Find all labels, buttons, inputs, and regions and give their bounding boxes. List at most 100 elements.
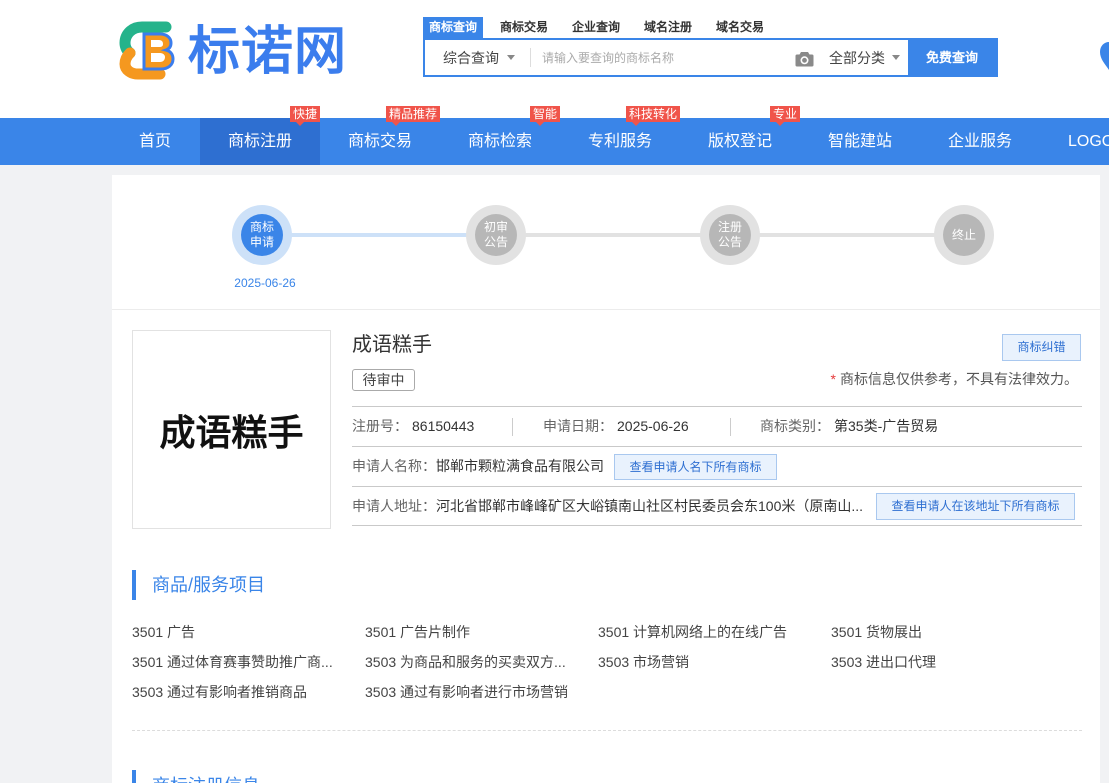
step-preliminary-notice: 初审 公告 [466,205,526,265]
category-select[interactable]: 全部分类 [829,40,908,75]
goods-services-list: 3501 广告 3501 广告片制作 3501 计算机网络上的在线广告 3501… [132,617,1064,707]
divider [112,309,1100,310]
nav-item-label: LOGO [1068,133,1109,150]
divider [352,486,1082,487]
search-bar: 综合查询 全部分类 免费查询 [423,38,998,77]
nav-item-home[interactable]: 首页 [110,118,200,165]
nav-item-trademark-search[interactable]: 商标检索 智能 [440,106,560,165]
nav-item-label: 智能建站 [827,133,892,150]
nav-item-trademark-register[interactable]: 商标注册 快捷 [200,106,320,165]
class-value: 第35类-广告贸易 [834,418,939,434]
category-select-value: 全部分类 [829,49,885,66]
divider [512,418,513,436]
section-title: 商品/服务项目 [152,575,266,595]
progress-line [730,233,964,237]
list-item: 3501 货物展出 [831,624,923,640]
reg-no-label: 注册号： [352,418,408,434]
step-label: 终止 [951,227,976,242]
search-input[interactable] [542,40,787,75]
status-badge: 待审中 [352,369,415,391]
nav-item-patent[interactable]: 专利服务 科技转化 [560,106,680,165]
nav-item-logo-design[interactable]: LOGO [1040,118,1109,165]
site-logo[interactable]: 标诺网 [118,20,350,82]
applicant-value: 邯郸市颗粒满食品有限公司 [436,458,604,474]
view-address-trademarks-button[interactable]: 查看申请人在该地址下所有商标 [876,493,1075,520]
nav-item-site-builder[interactable]: 智能建站 [800,118,920,165]
nav-item-trademark-trade[interactable]: 商标交易 精品推荐 [320,106,440,165]
section-title: 商标注册信息 [152,775,260,783]
applicant-label: 申请人名称： [352,458,436,474]
nav-item-label: 版权登记 [707,133,772,150]
step-terminated: 终止 [934,205,994,265]
trademark-name: 成语糕手 [352,334,432,356]
nav-item-label: 企业服务 [947,133,1012,150]
address-value: 河北省邯郸市峰峰矿区大峪镇南山社区村民委员会东100米（原南山... [436,498,864,514]
search-submit-button[interactable]: 免费查询 [908,40,996,75]
divider [352,446,1082,447]
list-item: 3503 通过有影响者推销商品 [132,684,308,700]
nav-item-label: 专利服务 [587,133,652,150]
section-accent-bar [132,570,136,600]
logo-mark-icon [119,21,175,80]
step-date: 2025-06-26 [234,276,296,290]
next-section-header: 商标注册信息 [132,768,432,783]
search-tab-trade[interactable]: 商标交易 [494,17,554,38]
step-label: 初审 [483,220,508,234]
nav-badge: 智能 [529,106,560,126]
list-item: 3501 广告片制作 [365,624,471,640]
logo-text: 标诺网 [188,23,348,81]
search-scope-value: 综合查询 [443,49,499,66]
step-label: 公告 [717,235,742,249]
step-label: 申请 [249,235,274,249]
trademark-image: 成语糕手 [132,330,331,529]
section-accent-bar [132,770,136,783]
required-mark: * [830,371,836,387]
step-label: 注册 [717,220,742,234]
nav-badge: 专业 [769,106,800,126]
step-label: 公告 [483,235,508,249]
divider [730,418,731,436]
divider [530,48,531,67]
search-type-tabs: 商标查询 商标交易 企业查询 域名注册 域名交易 [423,17,783,38]
search-tab-domain-trade[interactable]: 域名交易 [710,17,770,38]
step-application: 商标 申请 [232,205,292,265]
step-label: 商标 [249,220,274,234]
search-scope-select[interactable]: 综合查询 [425,40,530,75]
divider [132,730,1082,731]
main-nav: 首页 商标注册 快捷 商标交易 精品推荐 商标检索 智能 专利服务 科技转化 版… [0,106,1109,165]
nav-item-label: 商标注册 [227,133,292,150]
nav-item-enterprise[interactable]: 企业服务 [920,118,1040,165]
divider [352,525,1082,526]
progress-line [262,233,496,237]
nav-badge: 精品推荐 [385,106,440,126]
site-header: 标诺网 商标查询 商标交易 企业查询 域名注册 域名交易 综合查询 全部分类 免… [0,0,1109,118]
list-item: 3501 通过体育赛事赞助推广商... [132,654,333,670]
search-tab-trademark[interactable]: 商标查询 [423,17,483,38]
nav-badge: 快捷 [289,106,320,126]
search-tab-domain-register[interactable]: 域名注册 [638,17,698,38]
cutoff-blue-icon[interactable] [1100,42,1109,70]
disclaimer-text: 商标信息仅供参考，不具有法律效力。 [840,371,1078,387]
reg-no-value: 86150443 [412,418,475,434]
nav-item-label: 商标检索 [467,133,532,150]
nav-item-copyright[interactable]: 版权登记 专业 [680,106,800,165]
nav-item-label: 商标交易 [347,133,412,150]
list-item: 3503 通过有影响者进行市场营销 [365,684,569,700]
search-tab-company[interactable]: 企业查询 [566,17,626,38]
nav-item-label: 首页 [138,133,171,150]
nav-badge: 科技转化 [625,106,680,126]
apply-date-value: 2025-06-26 [617,418,689,434]
progress-line [496,233,730,237]
list-item: 3501 广告 [132,624,196,640]
apply-date-label: 申请日期： [543,418,613,434]
disclaimer: * 商标信息仅供参考，不具有法律效力。 [700,370,1078,388]
chevron-down-icon [892,55,900,60]
divider [352,406,1082,407]
view-applicant-trademarks-button[interactable]: 查看申请人名下所有商标 [614,454,777,480]
chevron-down-icon [507,55,515,60]
list-item: 3503 为商品和服务的买卖双方... [365,654,566,670]
list-item: 3501 计算机网络上的在线广告 [598,624,788,640]
camera-icon[interactable] [795,51,814,67]
correction-button[interactable]: 商标纠错 [1002,334,1081,361]
list-item: 3503 进出口代理 [831,654,937,670]
